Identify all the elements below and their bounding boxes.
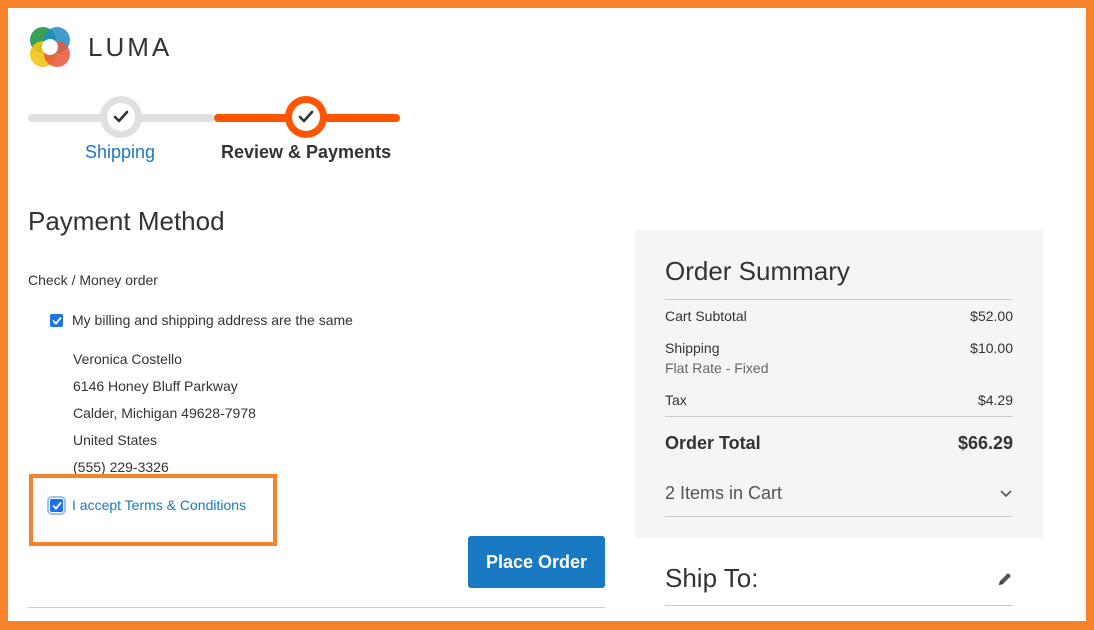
subtotal-value: $52.00 xyxy=(970,308,1013,324)
brand-name: LUMA xyxy=(88,31,173,62)
address-city: Calder, Michigan 49628-7978 xyxy=(73,405,256,421)
tax-value: $4.29 xyxy=(977,392,1013,408)
divider xyxy=(665,605,1013,606)
luma-logo[interactable]: LUMA xyxy=(28,25,172,69)
divider xyxy=(665,516,1013,517)
subtotal-label: Cart Subtotal xyxy=(665,308,747,324)
pencil-icon[interactable] xyxy=(996,571,1013,588)
checkout-progress: Shipping Review & Payments xyxy=(28,92,400,172)
step-review-marker xyxy=(285,96,327,138)
summary-row-shipping: Shipping $10.00 xyxy=(665,340,1013,356)
address-name: Veronica Costello xyxy=(73,351,182,367)
billing-same-checkbox[interactable] xyxy=(50,313,63,327)
ship-to-title: Ship To: xyxy=(665,563,759,593)
step-shipping-link[interactable]: Shipping xyxy=(85,142,155,163)
billing-same-label[interactable]: My billing and shipping address are the … xyxy=(72,312,353,328)
divider xyxy=(665,416,1013,417)
checkmark-icon xyxy=(51,501,62,510)
terms-checkbox[interactable] xyxy=(47,495,66,515)
payment-method-label: Check / Money order xyxy=(28,272,158,288)
order-total-value: $66.29 xyxy=(957,433,1013,453)
order-summary: Order Summary Cart Subtotal $52.00 Shipp… xyxy=(635,230,1043,538)
step-shipping-marker xyxy=(100,96,142,138)
shipping-method: Flat Rate - Fixed xyxy=(665,360,769,376)
divider xyxy=(28,607,605,608)
chevron-down-icon[interactable] xyxy=(999,489,1013,498)
summary-row-subtotal: Cart Subtotal $52.00 xyxy=(665,308,1013,324)
terms-link[interactable]: I accept Terms & Conditions xyxy=(72,497,246,513)
order-summary-title: Order Summary xyxy=(665,256,850,286)
terms-checkbox-row[interactable]: I accept Terms & Conditions xyxy=(47,495,246,515)
tax-label: Tax xyxy=(665,392,687,408)
summary-row-tax: Tax $4.29 xyxy=(665,392,1013,408)
billing-address: Veronica Costello 6146 Honey Bluff Parkw… xyxy=(73,346,256,481)
summary-row-total: Order Total $66.29 xyxy=(665,433,1013,454)
shipping-label: Shipping xyxy=(665,340,720,356)
items-in-cart-label[interactable]: 2 Items in Cart xyxy=(665,483,782,504)
check-icon xyxy=(298,110,314,123)
address-street: 6146 Honey Bluff Parkway xyxy=(73,378,238,394)
payment-method-title: Payment Method xyxy=(28,206,225,236)
address-country: United States xyxy=(73,432,158,448)
place-order-button[interactable]: Place Order xyxy=(468,536,605,588)
shipping-value: $10.00 xyxy=(970,340,1013,356)
check-icon xyxy=(113,110,129,123)
luma-logo-icon xyxy=(30,27,70,67)
step-review-label: Review & Payments xyxy=(221,142,392,162)
items-in-cart-toggle[interactable]: 2 Items in Cart xyxy=(665,483,1013,504)
order-total-label: Order Total xyxy=(665,433,761,453)
divider xyxy=(665,299,1013,300)
checkmark-icon xyxy=(51,316,62,325)
billing-same-checkbox-row[interactable]: My billing and shipping address are the … xyxy=(50,312,353,328)
